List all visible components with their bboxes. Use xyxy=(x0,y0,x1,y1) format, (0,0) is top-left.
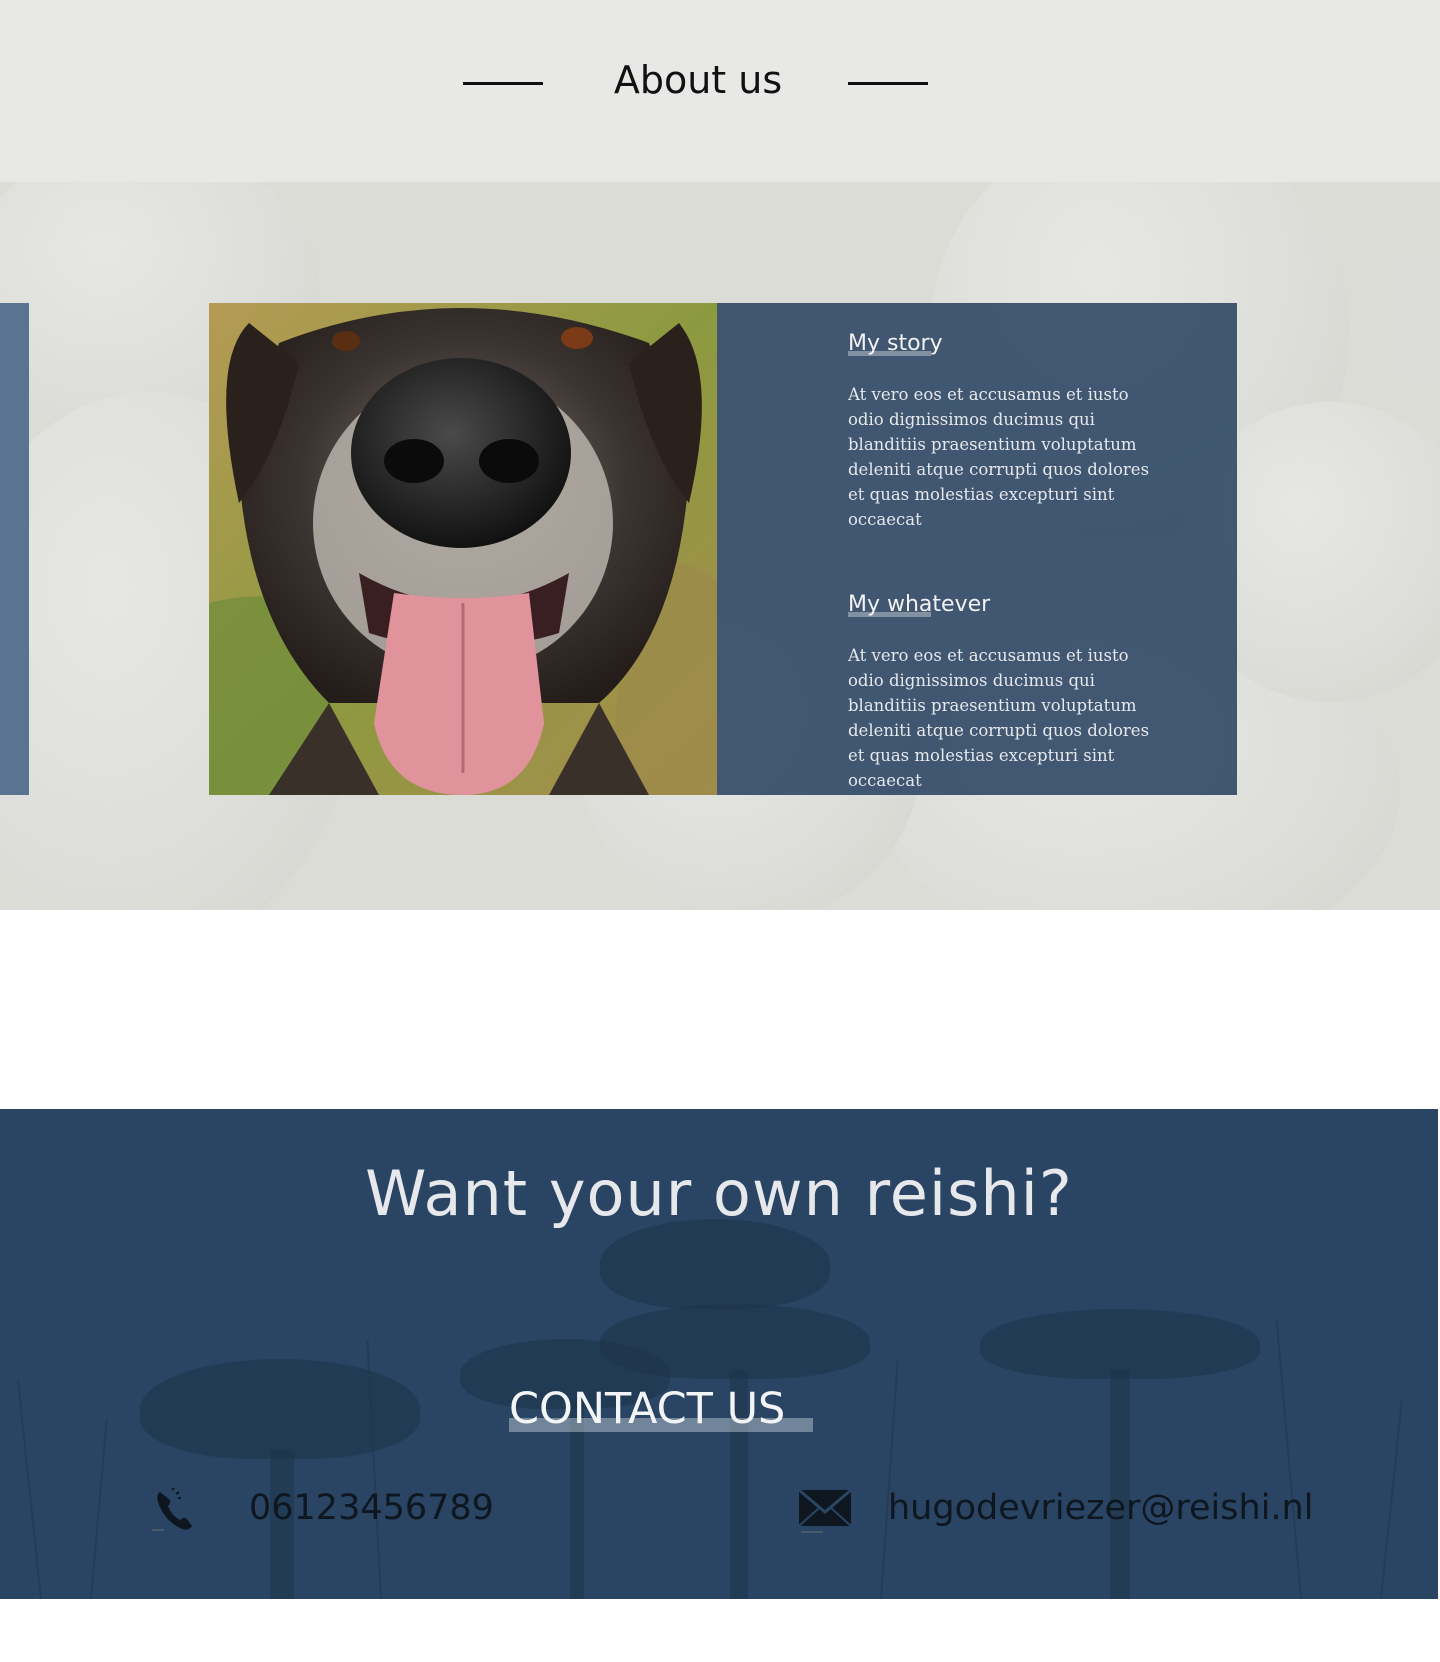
story-block: My story At vero eos et accusamus et ius… xyxy=(848,331,1168,532)
story-panel: My story At vero eos et accusamus et ius… xyxy=(717,303,1237,795)
phone-icon xyxy=(152,1487,192,1531)
about-header: About us xyxy=(0,0,1440,182)
phone-contact[interactable]: 06123456789 xyxy=(150,1484,550,1534)
about-section: My story At vero eos et accusamus et ius… xyxy=(0,182,1440,910)
story-title: My story xyxy=(848,331,943,356)
whatever-text: At vero eos et accusamus et iusto odio d… xyxy=(848,646,1150,790)
dog-illustration xyxy=(209,303,717,795)
email-contact[interactable]: hugodevriezer@reishi.nl xyxy=(797,1484,1357,1534)
about-divider-left xyxy=(463,82,543,85)
dog-photo xyxy=(209,303,717,795)
whatever-title: My whatever xyxy=(848,592,991,617)
about-title: About us xyxy=(613,58,783,102)
about-divider-right xyxy=(848,82,928,85)
contact-section: Want your own reishi? CONTACT US 0612345… xyxy=(0,1109,1438,1599)
previous-slide-edge[interactable] xyxy=(0,303,29,795)
contact-heading: CONTACT US xyxy=(509,1384,786,1434)
story-text: At vero eos et accusamus et iusto odio d… xyxy=(848,385,1150,529)
mail-icon xyxy=(798,1488,852,1533)
whatever-block: My whatever At vero eos et accusamus et … xyxy=(848,592,1168,793)
cta-title: Want your own reishi? xyxy=(365,1157,1073,1230)
email-address[interactable]: hugodevriezer@reishi.nl xyxy=(888,1488,1313,1528)
phone-number[interactable]: 06123456789 xyxy=(249,1488,494,1528)
